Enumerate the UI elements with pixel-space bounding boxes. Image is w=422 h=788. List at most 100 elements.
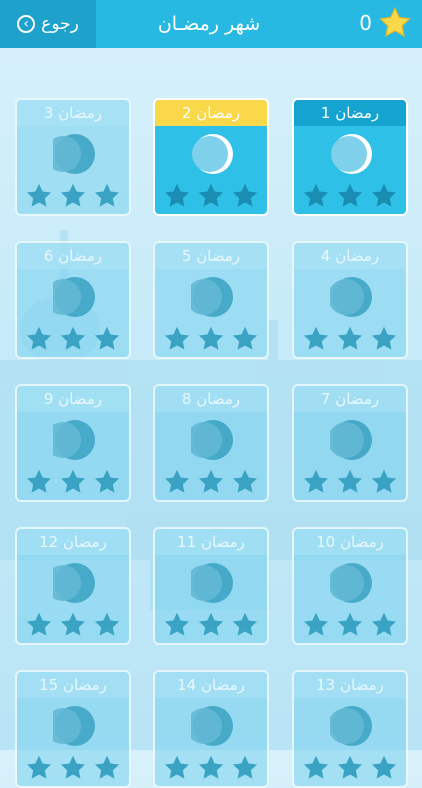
moon-icon [53,134,95,174]
moon-icon [191,277,233,317]
day-card-label: 3 رمضان [17,100,129,126]
empty-star-icon [198,326,224,350]
day-card[interactable]: 6 رمضان [15,241,131,359]
level-grid: 1 رمضان 2 رمضان 3 رمضان 4 رمضان 5 رمضان 6 رمض… [0,0,422,788]
empty-star-icon [164,469,190,493]
moon-icon [53,706,95,746]
empty-star-icon [303,183,329,207]
day-card[interactable]: 8 رمضان [153,384,269,502]
empty-star-icon [94,183,120,207]
empty-star-icon [198,755,224,779]
empty-star-icon [164,326,190,350]
day-card-label: 2 رمضان [155,100,267,126]
star-rating [294,468,406,496]
empty-star-icon [232,469,258,493]
star-rating [17,754,129,782]
empty-star-icon [337,469,363,493]
empty-star-icon [232,755,258,779]
moon-icon [331,134,372,174]
star-rating [155,325,267,353]
day-card[interactable]: 9 رمضان [15,384,131,502]
empty-star-icon [60,755,86,779]
empty-star-icon [164,755,190,779]
empty-star-icon [60,326,86,350]
day-card-label: 7 رمضان [294,386,406,412]
day-card[interactable]: 7 رمضان [292,384,408,502]
star-rating [155,182,267,210]
moon-icon [192,134,233,174]
empty-star-icon [232,326,258,350]
empty-star-icon [371,326,397,350]
empty-star-icon [337,183,363,207]
moon-icon [53,420,95,460]
day-card[interactable]: 13 رمضان [292,670,408,788]
star-rating [155,468,267,496]
day-card-label: 4 رمضان [294,243,406,269]
day-card-label: 14 رمضان [155,672,267,698]
day-card-label: 13 رمضان [294,672,406,698]
empty-star-icon [26,326,52,350]
empty-star-icon [94,612,120,636]
day-card[interactable]: 14 رمضان [153,670,269,788]
empty-star-icon [164,612,190,636]
star-rating [17,182,129,210]
empty-star-icon [60,612,86,636]
star-rating [17,468,129,496]
empty-star-icon [371,755,397,779]
empty-star-icon [337,326,363,350]
day-card-label: 8 رمضان [155,386,267,412]
moon-icon [191,420,233,460]
moon-icon [330,420,372,460]
moon-icon [330,706,372,746]
empty-star-icon [26,469,52,493]
star-rating [155,754,267,782]
star-rating [294,611,406,639]
moon-icon [53,277,95,317]
empty-star-icon [164,183,190,207]
day-card[interactable]: 5 رمضان [153,241,269,359]
empty-star-icon [303,469,329,493]
day-card-label: 6 رمضان [17,243,129,269]
empty-star-icon [303,755,329,779]
moon-icon [330,277,372,317]
empty-star-icon [94,755,120,779]
day-card-label: 9 رمضان [17,386,129,412]
empty-star-icon [26,183,52,207]
empty-star-icon [371,612,397,636]
moon-icon [191,706,233,746]
day-card[interactable]: 4 رمضان [292,241,408,359]
empty-star-icon [60,183,86,207]
day-card[interactable]: 2 رمضان [153,98,269,216]
day-card-label: 5 رمضان [155,243,267,269]
empty-star-icon [303,612,329,636]
empty-star-icon [26,612,52,636]
day-card-label: 12 رمضان [17,529,129,555]
empty-star-icon [337,755,363,779]
empty-star-icon [26,755,52,779]
moon-icon [191,563,233,603]
star-rating [17,611,129,639]
day-card-label: 10 رمضان [294,529,406,555]
day-card[interactable]: 1 رمضان [292,98,408,216]
day-card-label: 1 رمضان [294,100,406,126]
empty-star-icon [303,326,329,350]
empty-star-icon [371,469,397,493]
empty-star-icon [337,612,363,636]
day-card[interactable]: 15 رمضان [15,670,131,788]
moon-icon [53,563,95,603]
empty-star-icon [60,469,86,493]
day-card-label: 11 رمضان [155,529,267,555]
day-card[interactable]: 10 رمضان [292,527,408,645]
empty-star-icon [94,326,120,350]
star-rating [294,754,406,782]
empty-star-icon [232,612,258,636]
day-card[interactable]: 3 رمضان [15,98,131,216]
empty-star-icon [198,612,224,636]
empty-star-icon [232,183,258,207]
day-card-label: 15 رمضان [17,672,129,698]
moon-icon [330,563,372,603]
day-card[interactable]: 11 رمضان [153,527,269,645]
day-card[interactable]: 12 رمضان [15,527,131,645]
star-rating [294,325,406,353]
star-rating [294,182,406,210]
